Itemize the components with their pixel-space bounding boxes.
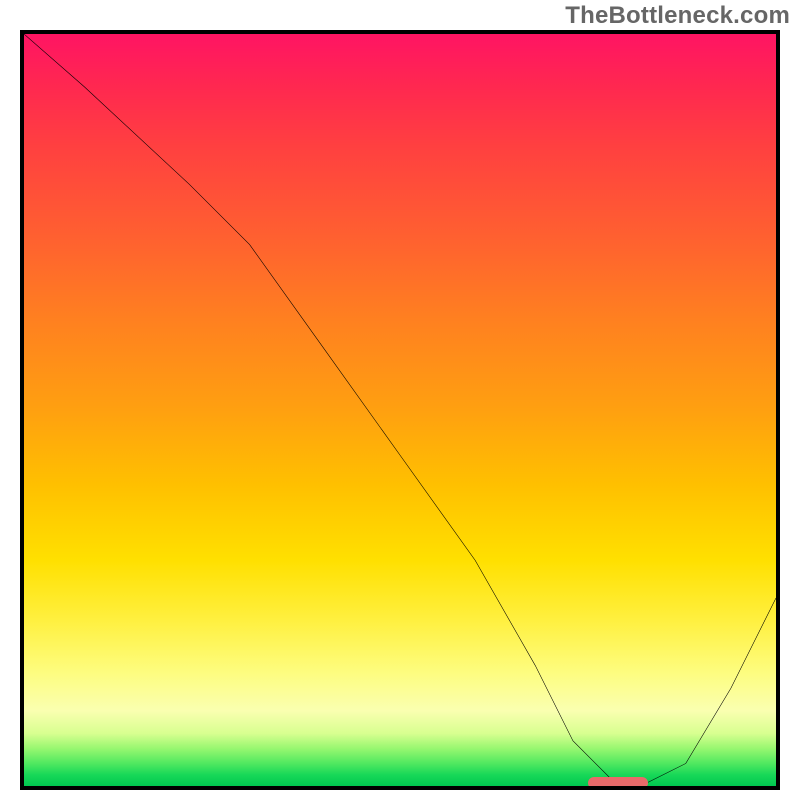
- plot-area: [20, 30, 780, 790]
- bottleneck-curve: [24, 34, 776, 786]
- chart-frame: TheBottleneck.com: [0, 0, 800, 800]
- sweet-spot-marker: [588, 777, 648, 789]
- watermark-text: TheBottleneck.com: [565, 2, 790, 30]
